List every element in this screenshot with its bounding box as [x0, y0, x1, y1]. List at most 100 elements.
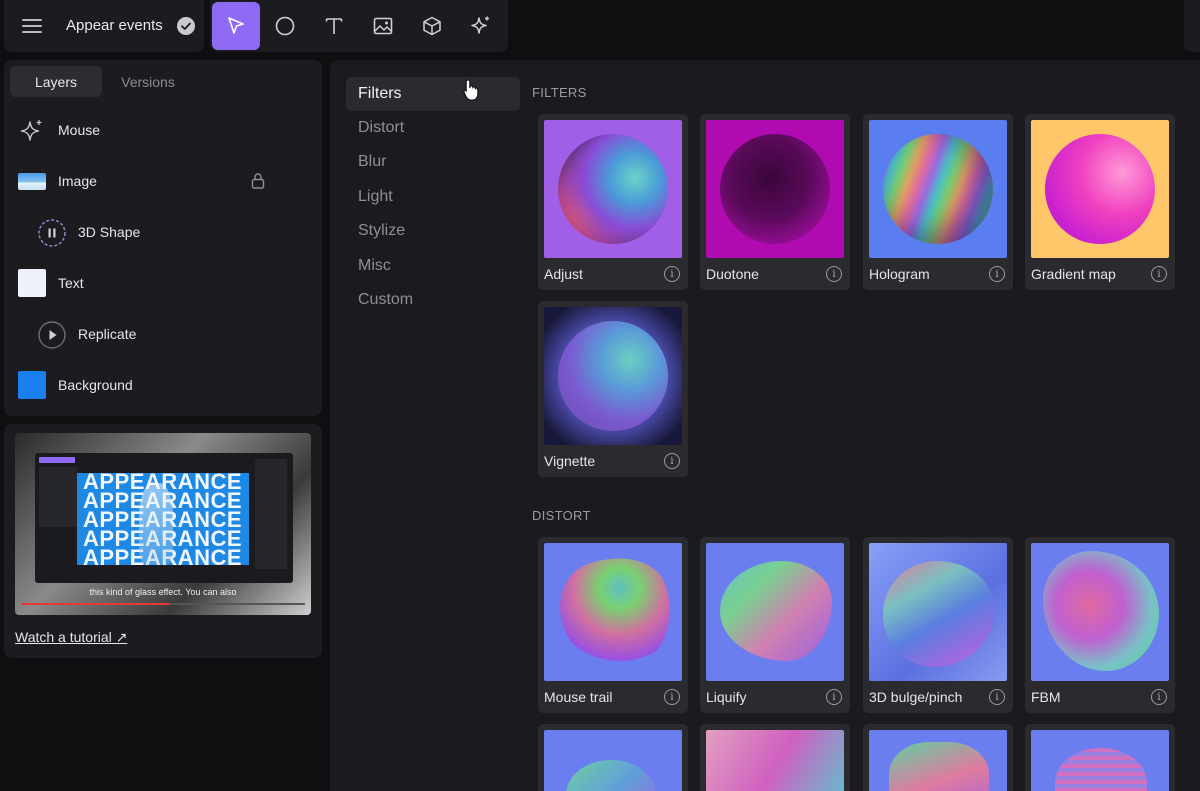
info-icon[interactable]: i	[989, 689, 1005, 705]
vignette-thumbnail	[544, 307, 682, 445]
checkmark-icon	[177, 17, 195, 35]
3d-tool-button[interactable]	[408, 2, 456, 50]
hamburger-menu-icon[interactable]	[18, 14, 46, 38]
effect-card-partial[interactable]	[538, 724, 688, 791]
partial-thumbnail	[869, 730, 1007, 791]
layer-mouse[interactable]: Mouse	[4, 108, 322, 152]
effect-card-vignette[interactable]: Vignette i	[538, 301, 688, 477]
card-label: Hologram	[869, 266, 930, 282]
play-circle-icon	[38, 321, 66, 349]
section-title-filters: FILTERS	[532, 85, 587, 100]
layer-label: Replicate	[78, 326, 137, 342]
effect-card-fbm[interactable]: FBM i	[1025, 537, 1175, 713]
info-icon[interactable]: i	[989, 266, 1005, 282]
sparkle-icon	[20, 120, 42, 141]
category-blur[interactable]: Blur	[346, 145, 520, 179]
tutorial-panel: APPEARANCE APPEARANCE APPEARANCE APPEARA…	[4, 424, 322, 658]
card-label: Vignette	[544, 453, 596, 469]
card-label: Duotone	[706, 266, 759, 282]
cube-icon	[423, 16, 441, 36]
shape-tool-button[interactable]	[261, 2, 309, 50]
text-t-icon	[325, 18, 343, 34]
layers-panel: Layers Versions Mouse Image 3D Shape Tex…	[4, 60, 322, 416]
image-icon	[373, 17, 393, 35]
watch-tutorial-link[interactable]: Watch a tutorial ↗	[15, 629, 127, 646]
text-tool-button[interactable]	[310, 2, 358, 50]
layer-replicate[interactable]: Replicate	[4, 312, 322, 356]
fbm-thumbnail	[1031, 543, 1169, 681]
partial-thumbnail	[706, 730, 844, 791]
hologram-thumbnail	[869, 120, 1007, 258]
lock-icon[interactable]	[250, 172, 266, 190]
effect-card-mouse-trail[interactable]: Mouse trail i	[538, 537, 688, 713]
layer-text[interactable]: Text	[4, 261, 322, 305]
info-icon[interactable]: i	[826, 689, 842, 705]
info-icon[interactable]: i	[826, 266, 842, 282]
tutorial-video[interactable]: APPEARANCE APPEARANCE APPEARANCE APPEARA…	[15, 433, 311, 615]
image-tool-button[interactable]	[359, 2, 407, 50]
text-swatch-icon	[18, 269, 46, 297]
layer-label: Background	[58, 377, 133, 393]
document-title[interactable]: Appear events	[66, 17, 163, 34]
adjust-thumbnail	[544, 120, 682, 258]
effect-card-duotone[interactable]: Duotone i	[700, 114, 850, 290]
partial-thumbnail	[1031, 730, 1169, 791]
category-misc[interactable]: Misc	[346, 249, 520, 283]
duotone-thumbnail	[706, 120, 844, 258]
select-tool-button[interactable]	[212, 2, 260, 50]
image-thumbnail-icon	[18, 173, 46, 190]
category-stylize[interactable]: Stylize	[346, 214, 520, 248]
sparkle-icon	[471, 16, 489, 34]
pause-circle-icon	[38, 219, 66, 247]
card-label: Liquify	[706, 689, 747, 705]
effect-card-3d-bulge-pinch[interactable]: 3D bulge/pinch i	[863, 537, 1013, 713]
video-blue-canvas: APPEARANCE APPEARANCE APPEARANCE APPEARA…	[77, 473, 249, 565]
section-title-distort: DISTORT	[532, 508, 591, 523]
info-icon[interactable]: i	[1151, 689, 1167, 705]
effect-card-partial[interactable]	[1025, 724, 1175, 791]
effect-card-adjust[interactable]: Adjust i	[538, 114, 688, 290]
top-bar: Appear events	[0, 0, 1200, 56]
card-label: Mouse trail	[544, 689, 613, 705]
right-panel-edge	[1184, 0, 1200, 52]
layer-label: 3D Shape	[78, 224, 141, 240]
info-icon[interactable]: i	[664, 689, 680, 705]
document-header: Appear events	[4, 0, 204, 52]
gradient-map-thumbnail	[1031, 120, 1169, 258]
card-label: Adjust	[544, 266, 583, 282]
category-filters[interactable]: Filters	[346, 77, 520, 111]
card-label: Gradient map	[1031, 266, 1116, 282]
mouse-trail-thumbnail	[544, 543, 682, 681]
info-icon[interactable]: i	[664, 266, 680, 282]
layer-image[interactable]: Image	[4, 159, 322, 203]
video-progress-bar[interactable]	[21, 603, 305, 605]
category-custom[interactable]: Custom	[346, 283, 520, 317]
effects-library: Filters Distort Blur Light Stylize Misc …	[330, 60, 1200, 791]
liquify-thumbnail	[706, 543, 844, 681]
tab-versions[interactable]: Versions	[102, 66, 194, 97]
effect-tool-button[interactable]	[457, 2, 505, 50]
layer-background[interactable]: Background	[4, 363, 322, 407]
cursor-arrow-icon	[228, 17, 244, 34]
tool-bar	[210, 0, 508, 52]
category-light[interactable]: Light	[346, 180, 520, 214]
effect-card-partial[interactable]	[863, 724, 1013, 791]
circle-icon	[275, 16, 295, 36]
effect-card-gradient-map[interactable]: Gradient map i	[1025, 114, 1175, 290]
card-label: 3D bulge/pinch	[869, 689, 963, 705]
hand-cursor-icon	[463, 79, 479, 101]
layer-label: Mouse	[58, 122, 101, 138]
tab-layers[interactable]: Layers	[10, 66, 102, 97]
info-icon[interactable]: i	[1151, 266, 1167, 282]
effect-card-hologram[interactable]: Hologram i	[863, 114, 1013, 290]
blue-swatch-icon	[18, 371, 46, 399]
info-icon[interactable]: i	[664, 453, 680, 469]
partial-thumbnail	[544, 730, 682, 791]
layer-3d-shape[interactable]: 3D Shape	[4, 210, 322, 254]
effect-card-partial[interactable]	[700, 724, 850, 791]
effect-card-liquify[interactable]: Liquify i	[700, 537, 850, 713]
category-distort[interactable]: Distort	[346, 111, 520, 145]
card-label: FBM	[1031, 689, 1061, 705]
layer-label: Image	[58, 173, 97, 189]
layer-label: Text	[58, 275, 84, 291]
